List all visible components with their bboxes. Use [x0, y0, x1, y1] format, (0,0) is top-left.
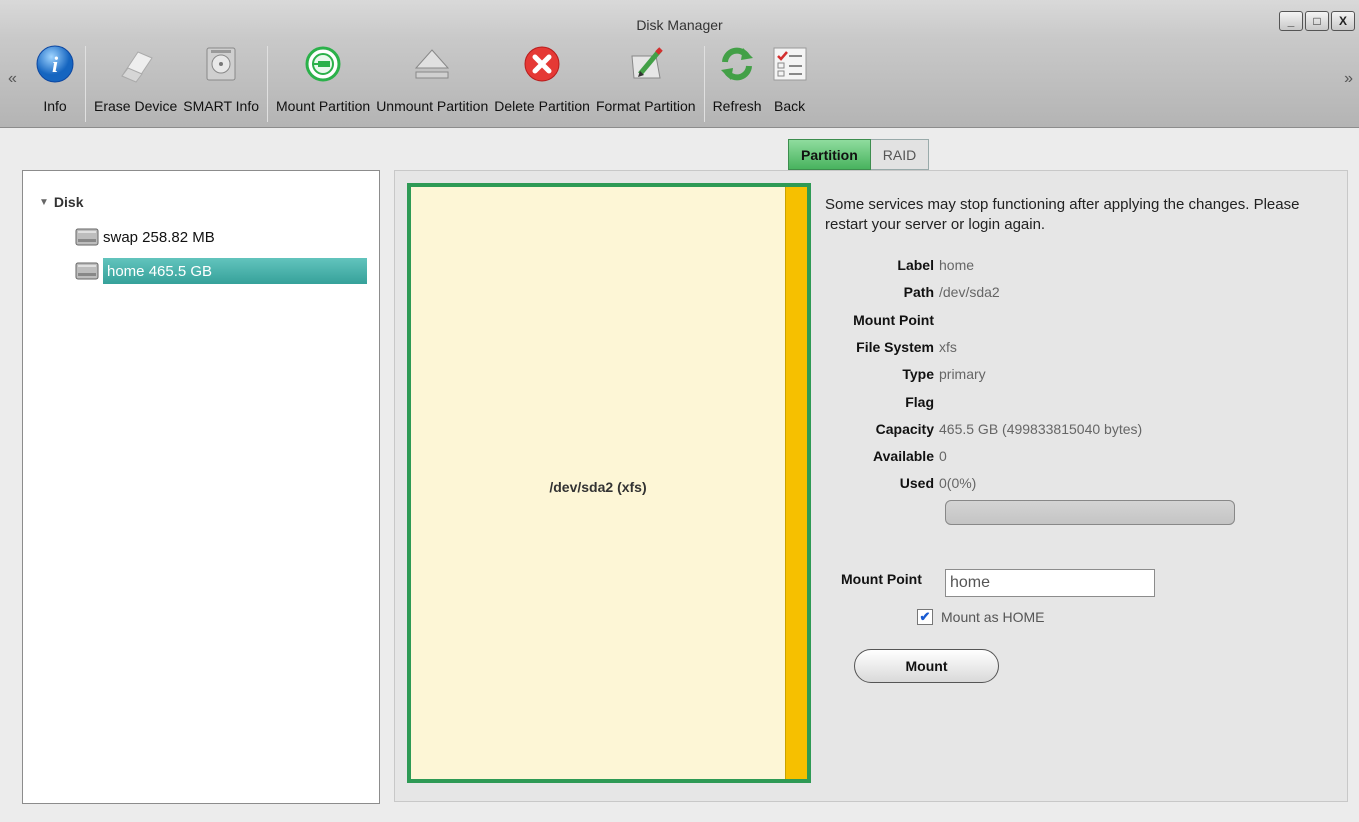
mount-as-home-label: Mount as HOME	[941, 609, 1045, 625]
partition-map[interactable]: /dev/sda2 (xfs)	[407, 183, 811, 783]
refresh-icon	[715, 42, 759, 86]
toolbar-separator	[267, 46, 269, 122]
drive-icon	[75, 228, 99, 246]
prop-path: Path/dev/sda2	[903, 284, 1000, 300]
partition-used-bar	[785, 187, 807, 779]
hard-drive-icon	[199, 42, 243, 86]
svg-text:i: i	[52, 52, 59, 77]
mount-point-input[interactable]	[945, 569, 1155, 597]
expand-triangle-icon[interactable]: ▼	[39, 197, 49, 208]
view-tabs: Partition RAID	[788, 139, 930, 170]
prop-type: Type primary	[902, 366, 986, 382]
window-controls: _ □ X	[1279, 11, 1355, 31]
prop-mount-point: Mount Point	[853, 312, 934, 328]
partition-map-label: /dev/sda2 (xfs)	[549, 479, 647, 495]
refresh-button[interactable]: Refresh	[710, 42, 765, 114]
prop-file-system: File System xfs	[856, 339, 957, 355]
eject-icon	[410, 42, 454, 86]
tree-item-home[interactable]: home 465.5 GB	[75, 258, 367, 284]
mount-point-label: Mount Point	[841, 571, 922, 587]
usage-progress-bar	[945, 500, 1235, 525]
window-titlebar: Disk Manager _ □ X « » i Info Erase Devi…	[0, 0, 1359, 128]
maximize-button[interactable]: □	[1305, 11, 1329, 31]
disk-tree: ▼ Disk swap 258.82 MB home 465.5 GB	[22, 170, 380, 804]
erase-device-button[interactable]: Erase Device	[91, 42, 180, 114]
info-icon: i	[33, 42, 77, 86]
format-partition-button[interactable]: Format Partition	[593, 42, 699, 114]
delete-partition-button[interactable]: Delete Partition	[491, 42, 593, 114]
mount-button[interactable]: Mount	[854, 649, 999, 683]
mount-partition-button[interactable]: Mount Partition	[273, 42, 373, 114]
minimize-button[interactable]: _	[1279, 11, 1303, 31]
tab-raid[interactable]: RAID	[870, 139, 930, 170]
checklist-icon	[768, 42, 812, 86]
prop-used: Used 0(0%)	[899, 475, 977, 491]
smart-info-button[interactable]: SMART Info	[180, 42, 262, 114]
prop-flag: Flag	[905, 394, 934, 410]
scroll-right-icon[interactable]: »	[1344, 70, 1353, 88]
tab-partition[interactable]: Partition	[788, 139, 871, 170]
delete-icon	[520, 42, 564, 86]
prop-label: Label home	[897, 257, 975, 273]
tree-root-disk[interactable]: ▼ Disk	[39, 194, 83, 210]
info-button[interactable]: i Info	[30, 42, 80, 114]
toolbar-separator	[85, 46, 86, 122]
toolbar: i Info Erase Device SMART Info Mount Par…	[30, 42, 815, 126]
unmount-partition-button[interactable]: Unmount Partition	[373, 42, 491, 114]
window-title: Disk Manager	[636, 17, 723, 33]
plug-icon	[301, 42, 345, 86]
prop-capacity: Capacity 465.5 GB (499833815040 bytes)	[875, 421, 1143, 437]
mount-as-home-option[interactable]: ✔ Mount as HOME	[917, 609, 1044, 625]
back-button[interactable]: Back	[765, 42, 815, 114]
eraser-icon	[114, 42, 158, 86]
scroll-left-icon[interactable]: «	[8, 70, 17, 88]
tree-item-swap[interactable]: swap 258.82 MB	[75, 224, 215, 250]
restart-notice: Some services may stop functioning after…	[825, 196, 1300, 233]
prop-available: Available 0	[873, 448, 947, 464]
close-button[interactable]: X	[1331, 11, 1355, 31]
drive-icon	[75, 262, 99, 280]
toolbar-separator	[703, 46, 705, 122]
edit-icon	[624, 42, 668, 86]
mount-as-home-checkbox[interactable]: ✔	[917, 609, 933, 625]
